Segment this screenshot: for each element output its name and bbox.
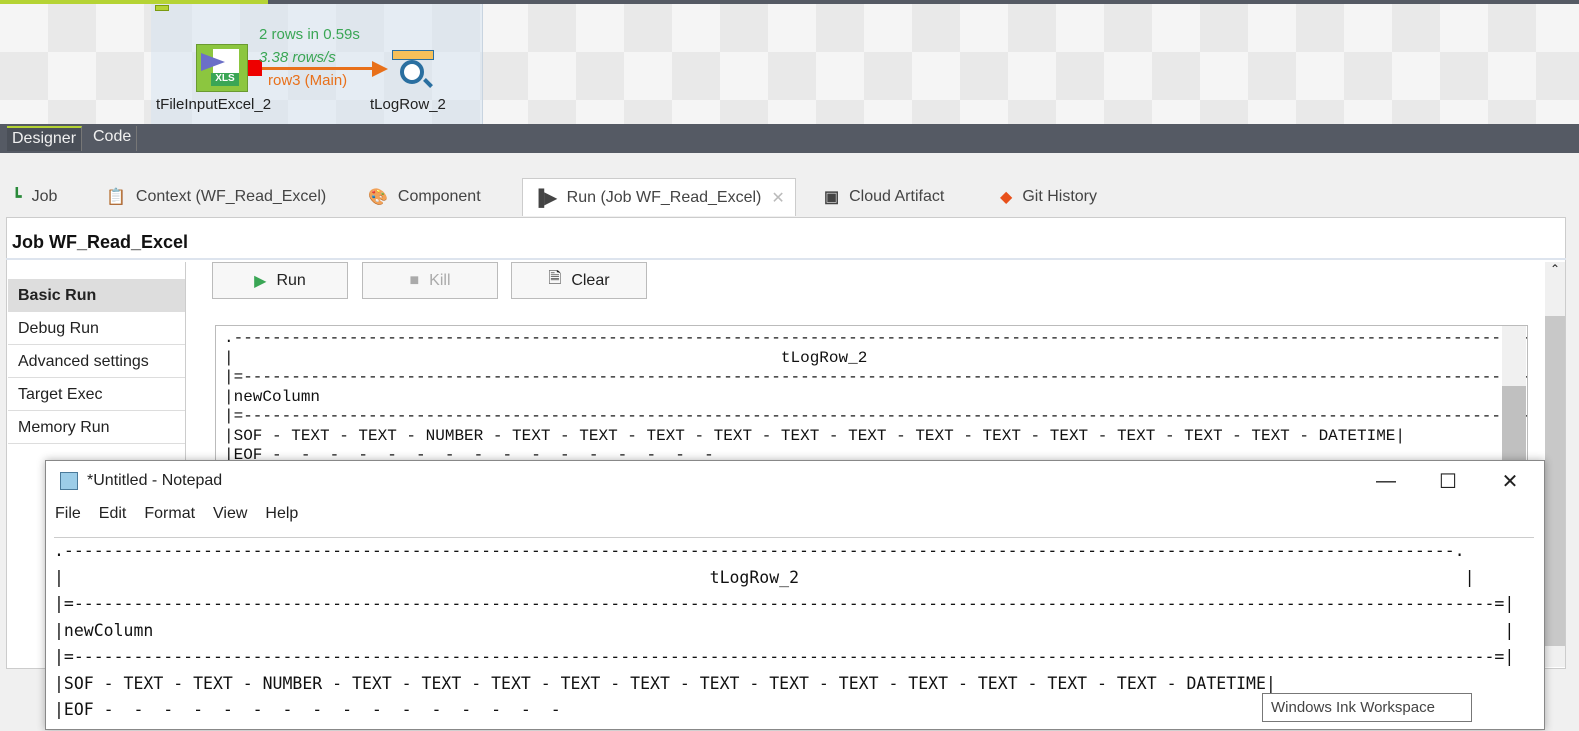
tab-label: Run (Job WF_Read_Excel) — [566, 188, 762, 206]
arrow-icon — [201, 53, 225, 71]
git-icon: ◆ — [1000, 189, 1013, 206]
tab-label: Cloud Artifact — [849, 188, 945, 205]
run-label: Run — [276, 271, 306, 289]
tab-cloud-artifact[interactable]: ▣ Cloud Artifact — [824, 178, 944, 216]
menu-file[interactable]: File — [46, 505, 90, 529]
component-label-output: tLogRow_2 — [370, 96, 446, 113]
notepad-icon — [60, 472, 78, 490]
row-rate-stat: 3.38 rows/s — [259, 49, 336, 66]
maximize-button[interactable]: ☐ — [1418, 461, 1478, 501]
run-button[interactable]: ▶ Run — [212, 262, 348, 299]
menu-format[interactable]: Format — [135, 505, 204, 529]
tab-run[interactable]: ▐▶ Run (Job WF_Read_Excel) ✕ — [522, 178, 796, 216]
tooltip: Windows Ink Workspace — [1262, 693, 1472, 722]
run-sidebar: Basic Run Debug Run Advanced settings Ta… — [8, 262, 185, 444]
clear-icon: 🗎 — [548, 270, 562, 287]
tab-label: Git History — [1022, 188, 1097, 205]
stop-icon: ■ — [409, 271, 420, 289]
minimize-button[interactable]: — — [1356, 461, 1416, 501]
sidebar-item-memory-run[interactable]: Memory Run — [8, 411, 185, 444]
kill-label: Kill — [429, 271, 451, 289]
notepad-window[interactable]: *Untitled - Notepad — ☐ ✕ File Edit Form… — [45, 460, 1545, 730]
row-count-stat: 2 rows in 0.59s — [259, 26, 360, 43]
cloud-artifact-icon: ▣ — [824, 189, 840, 206]
close-icon[interactable]: ✕ — [771, 188, 784, 208]
tab-designer[interactable]: Designer — [7, 126, 83, 151]
palette-icon: 🎨 — [368, 189, 388, 206]
tab-component[interactable]: 🎨 Component — [368, 178, 481, 216]
sidebar-item-basic-run[interactable]: Basic Run — [8, 279, 185, 312]
link-arrow-icon — [372, 61, 388, 77]
tab-context[interactable]: 📋 Context (WF_Read_Excel) — [106, 178, 326, 216]
kill-button: ■ Kill — [362, 262, 498, 299]
tab-label: Component — [397, 188, 481, 205]
collapse-handle[interactable] — [155, 5, 169, 11]
run-icon: ▐▶ — [533, 189, 557, 207]
xls-badge: XLS — [211, 73, 239, 86]
play-icon: ▶ — [254, 272, 267, 290]
panel-scrollbar[interactable]: ⌃ — [1545, 262, 1565, 667]
sidebar-item-advanced-settings[interactable]: Advanced settings — [8, 345, 185, 378]
context-icon: 📋 — [106, 189, 126, 206]
menu-view[interactable]: View — [204, 505, 256, 529]
clear-label: Clear — [571, 271, 610, 289]
tab-code[interactable]: Code — [88, 126, 138, 151]
tab-label: Context (WF_Read_Excel) — [135, 188, 327, 205]
menu-edit[interactable]: Edit — [90, 505, 136, 529]
clear-button[interactable]: 🗎 Clear — [511, 262, 647, 299]
link-label[interactable]: row3 (Main) — [268, 72, 347, 89]
tfileinputexcel-component[interactable]: XLS — [196, 44, 248, 92]
tab-label: Job — [31, 188, 58, 205]
scroll-up-icon: ⌃ — [1549, 262, 1561, 276]
console-output[interactable]: .---------------------------------------… — [215, 325, 1528, 465]
editor-tab-bar — [0, 124, 1579, 153]
magnifier-icon — [400, 60, 424, 84]
sidebar-item-debug-run[interactable]: Debug Run — [8, 312, 185, 345]
tab-job[interactable]: ┗ Job — [12, 178, 57, 216]
tlogrow-component[interactable] — [392, 50, 436, 92]
job-title: Job WF_Read_Excel — [12, 232, 189, 252]
notepad-titlebar[interactable]: *Untitled - Notepad — [46, 461, 1544, 501]
notepad-menubar: File Edit Format View Help — [46, 505, 307, 529]
job-icon: ┗ — [12, 189, 22, 206]
sidebar-item-target-exec[interactable]: Target Exec — [8, 378, 185, 411]
close-button[interactable]: ✕ — [1480, 461, 1540, 501]
menu-help[interactable]: Help — [256, 505, 307, 529]
console-scrollbar[interactable] — [1502, 326, 1526, 464]
notepad-title: *Untitled - Notepad — [87, 472, 223, 489]
tab-git-history[interactable]: ◆ Git History — [1000, 178, 1097, 216]
component-label-input: tFileInputExcel_2 — [156, 96, 272, 113]
row-link[interactable] — [262, 67, 374, 70]
